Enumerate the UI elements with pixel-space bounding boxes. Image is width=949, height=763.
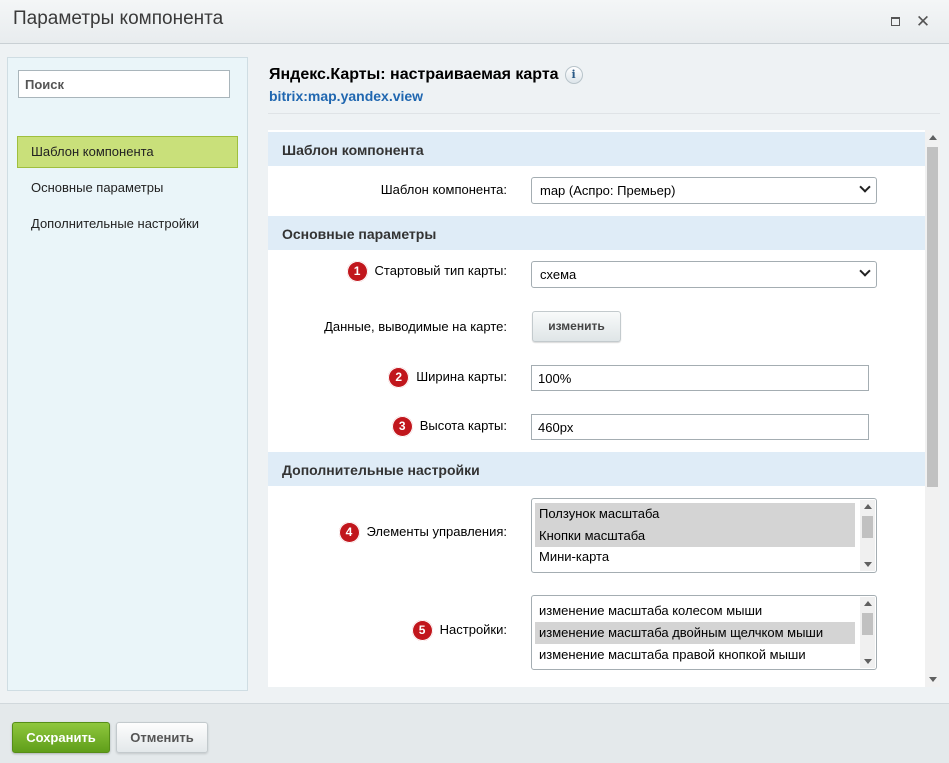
section-header-template: Шаблон компонента [268,132,925,166]
badge-3: 3 [391,416,413,437]
list-item[interactable]: Кнопки масштаба [535,525,855,547]
scroll-thumb[interactable] [927,147,938,487]
scroll-up-icon[interactable] [864,601,872,606]
badge-5: 5 [411,620,433,641]
controls-multiselect[interactable]: Ползунок масштаба Кнопки масштаба Мини-к… [531,498,877,573]
chevron-down-icon [859,265,871,277]
scroll-down-icon[interactable] [929,677,937,682]
sidebar-item-template[interactable]: Шаблон компонента [17,136,238,168]
badge-1: 1 [346,261,368,282]
controls-scrollbar[interactable] [860,500,875,571]
list-item[interactable]: изменение масштаба двойным щелчком мыши [535,622,855,644]
sidebar-item-main-params[interactable]: Основные параметры [17,172,238,204]
change-data-button[interactable]: изменить [532,311,621,342]
divider [268,113,940,114]
start-type-select-value: схема [540,267,577,282]
panel-scrollbar[interactable] [925,130,940,687]
close-icon[interactable]: ✕ [914,13,932,31]
controls-label: 4 Элементы управления: [338,522,507,543]
section-header-main: Основные параметры [268,216,925,250]
dialog-titlebar: Параметры компонента ✕ [0,0,949,44]
list-item[interactable]: изменение масштаба колесом мыши [535,600,855,622]
dialog-footer: Сохранить Отменить [0,703,949,763]
sidebar-item-extra-settings[interactable]: Дополнительные настройки [17,208,238,240]
params-panel: Шаблон компонента Шаблон компонента: map… [268,130,939,687]
scroll-down-icon[interactable] [864,659,872,664]
data-label: Данные, выводимые на карте: [324,319,507,334]
scroll-thumb[interactable] [862,516,873,538]
scroll-up-icon[interactable] [929,135,937,140]
badge-2: 2 [388,367,410,388]
start-type-select[interactable]: схема [531,261,877,288]
height-input[interactable]: 460px [531,414,869,440]
list-item[interactable]: Мини-карта [535,546,855,568]
settings-multiselect[interactable]: изменение масштаба колесом мыши изменени… [531,595,877,670]
template-select-value: map (Аспро: Премьер) [540,183,676,198]
list-item[interactable]: Ползунок масштаба [535,503,855,525]
component-title: Яндекс.Карты: настраиваемая карта i [269,66,583,84]
settings-scrollbar[interactable] [860,597,875,668]
section-header-extra: Дополнительные настройки [268,452,925,486]
scroll-down-icon[interactable] [864,562,872,567]
search-input[interactable] [18,70,230,98]
height-label: 3 Высота карты: [391,416,507,437]
width-label: 2 Ширина карты: [388,367,507,388]
scroll-thumb[interactable] [862,613,873,635]
sidebar: Шаблон компонента Основные параметры Доп… [7,57,248,691]
list-item[interactable]: изменение масштаба правой кнопкой мыши [535,644,855,666]
save-button[interactable]: Сохранить [12,722,110,753]
template-select[interactable]: map (Аспро: Премьер) [531,177,877,204]
cancel-button[interactable]: Отменить [116,722,208,753]
maximize-icon[interactable] [886,13,904,31]
chevron-down-icon [859,181,871,193]
width-input[interactable]: 100% [531,365,869,391]
start-type-label: 1 Стартовый тип карты: [346,261,507,282]
info-icon[interactable]: i [564,66,583,84]
scroll-up-icon[interactable] [864,504,872,509]
template-label: Шаблон компонента: [380,182,507,197]
settings-label: 5 Настройки: [411,620,507,641]
component-code: bitrix:map.yandex.view [269,88,424,104]
dialog-title: Параметры компонента [13,8,224,29]
badge-4: 4 [338,522,360,543]
